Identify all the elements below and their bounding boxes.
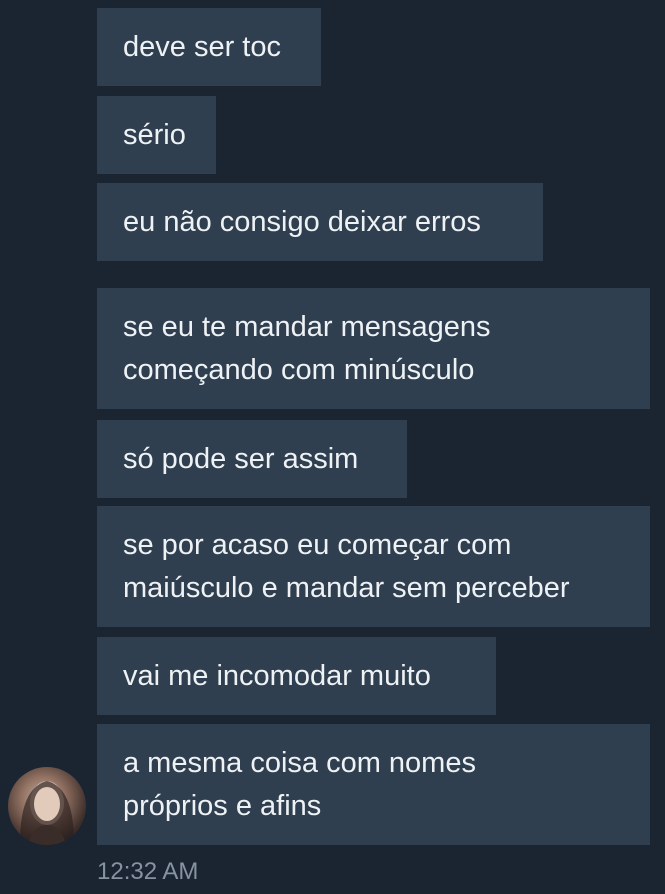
message-bubble[interactable]: vai me incomodar muito <box>97 637 496 715</box>
message-line: só pode ser assim <box>123 442 359 475</box>
message-line: sério <box>123 118 186 151</box>
message-line: próprios e afins <box>123 789 322 822</box>
message-line: se eu te mandar mensagens <box>123 310 491 343</box>
message-line: começando com minúsculo <box>123 353 475 386</box>
message-bubble[interactable]: eu não consigo deixar erros <box>97 183 543 261</box>
message-bubble[interactable]: só pode ser assim <box>97 420 407 498</box>
message-line: a mesma coisa com nomes <box>123 746 476 779</box>
message-bubble[interactable]: se eu te mandar mensagens começando com … <box>97 288 650 409</box>
message-line: vai me incomodar muito <box>123 659 431 692</box>
message-line: eu não consigo deixar erros <box>123 205 481 238</box>
message-bubble[interactable]: se por acaso eu começar com maiúsculo e … <box>97 506 650 627</box>
profile-photo-icon <box>20 781 74 845</box>
message-bubble[interactable]: sério <box>97 96 216 174</box>
avatar[interactable] <box>8 767 86 845</box>
message-line: deve ser toc <box>123 30 281 63</box>
message-timestamp: 12:32 AM <box>97 858 199 885</box>
message-line: se por acaso eu começar com <box>123 528 512 561</box>
message-line: maiúsculo e mandar sem perceber <box>123 571 570 604</box>
chat-thread: deve ser toc sério eu não consigo deixar… <box>0 0 665 894</box>
message-bubble[interactable]: deve ser toc <box>97 8 321 86</box>
message-bubble[interactable]: a mesma coisa com nomes próprios e afins <box>97 724 650 845</box>
